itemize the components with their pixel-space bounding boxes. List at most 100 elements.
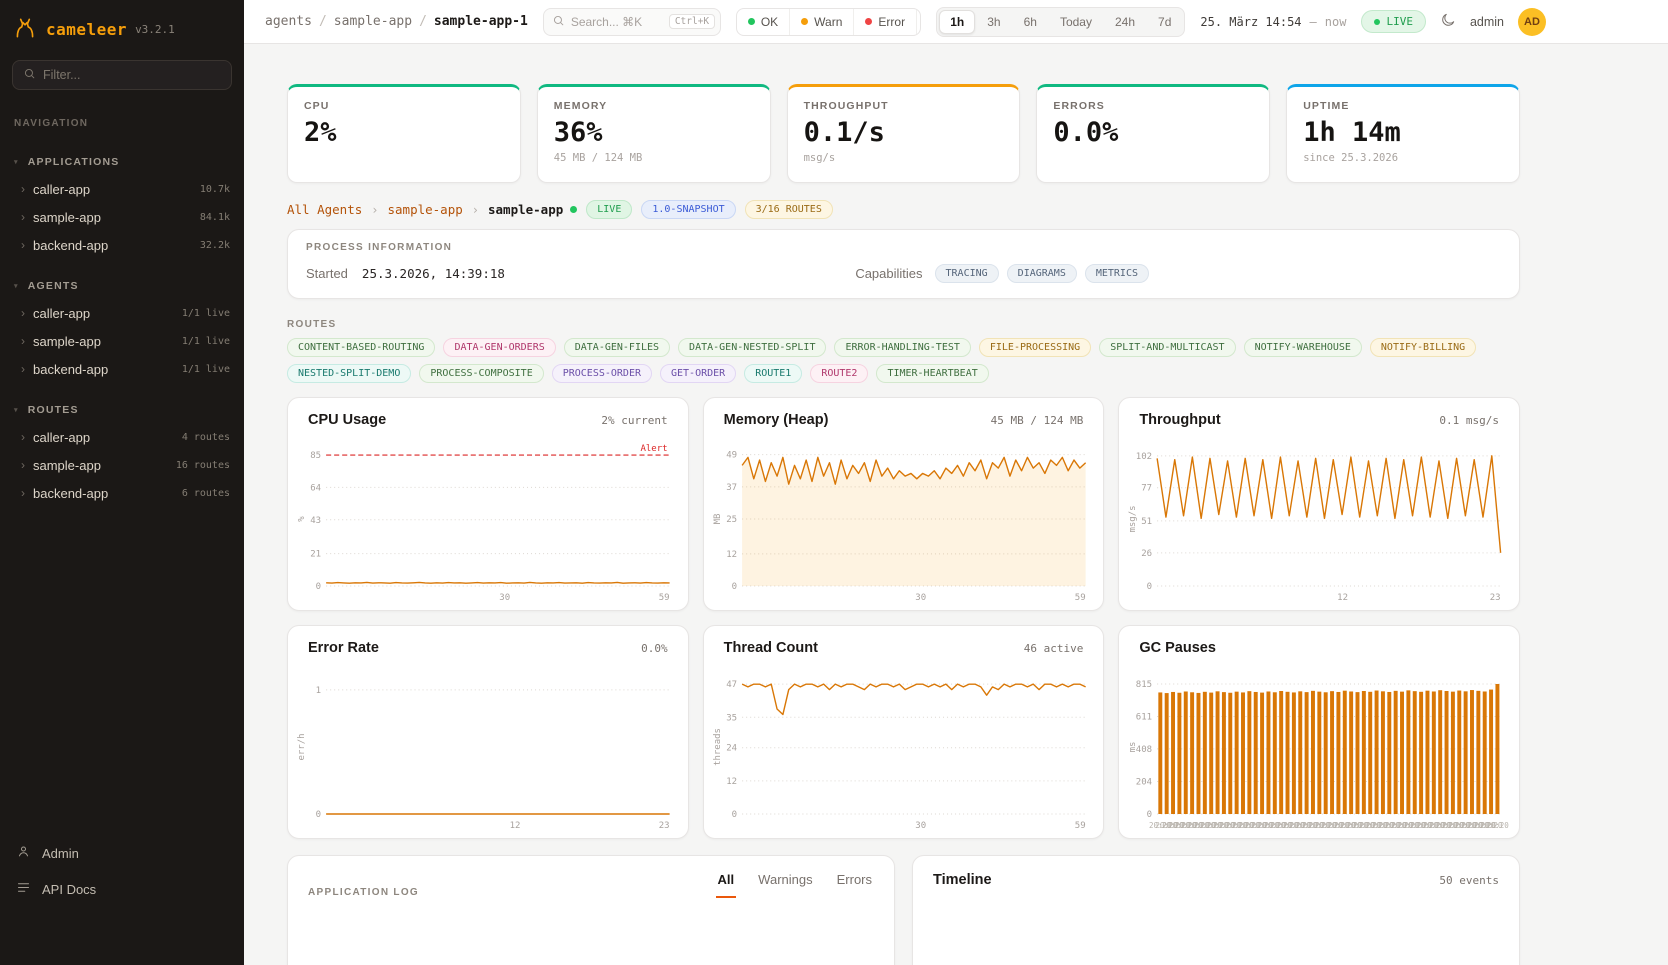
datetime-range[interactable]: 25. März 14:54 — now [1200,15,1346,29]
timeline-card: Timeline 50 events [912,855,1520,965]
status-filter-label: OK [761,15,778,29]
sidebar-item-applications-caller-app[interactable]: ›caller-app10.7k [0,175,244,203]
svg-text:21: 21 [310,550,321,560]
filter-input[interactable] [43,68,221,82]
badge-timer-heartbeat[interactable]: TIMER-HEARTBEAT [876,364,988,383]
search-box[interactable]: Ctrl+K [543,8,721,36]
sidebar-footer-api-docs[interactable]: API Docs [0,871,244,907]
range-button-6h[interactable]: 6h [1013,10,1048,34]
sidebar-item-agents-caller-app[interactable]: ›caller-app1/1 live [0,299,244,327]
status-filter-running[interactable]: Running [916,9,921,35]
agent-breadcrumb-link-sample-app[interactable]: sample-app [388,202,463,217]
badge-process-order[interactable]: PROCESS-ORDER [552,364,652,383]
sidebar-group-header-agents[interactable]: ▾AGENTS [0,273,244,299]
badge-content-based-routing[interactable]: CONTENT-BASED-ROUTING [287,338,435,357]
avatar[interactable]: AD [1518,8,1546,36]
svg-text:12: 12 [726,550,737,560]
stat-value: 0.0% [1053,117,1253,148]
badge-file-processing[interactable]: FILE-PROCESSING [979,338,1091,357]
sidebar-item-badge: 84.1k [200,212,230,223]
sidebar-item-applications-sample-app[interactable]: ›sample-app84.1k [0,203,244,231]
sidebar-group-label: AGENTS [28,280,79,292]
sidebar-item-label: sample-app [33,334,101,349]
chevron-right-icon: › [21,458,25,472]
badge-notify-billing[interactable]: NOTIFY-BILLING [1370,338,1476,357]
badge-process-composite[interactable]: PROCESS-COMPOSITE [419,364,543,383]
svg-text:30: 30 [915,821,926,831]
agent-live-dot-icon [570,206,577,213]
svg-text:12: 12 [510,821,521,831]
stat-card-memory: MEMORY36%45 MB / 124 MB [537,84,771,183]
badge-get-order[interactable]: GET-ORDER [660,364,736,383]
breadcrumb-separator: / [319,14,327,29]
chart-head: Error Rate0.0% [296,638,680,664]
sidebar-item-agents-backend-app[interactable]: ›backend-app1/1 live [0,355,244,383]
app-logo[interactable]: cameleer v3.2.1 [0,0,244,56]
badge-data-gen-orders[interactable]: DATA-GEN-ORDERS [443,338,555,357]
svg-text:err/h: err/h [297,733,307,760]
status-filter-ok[interactable]: OK [737,9,789,35]
timeline-header: Timeline 50 events [933,872,1499,888]
sidebar-item-routes-sample-app[interactable]: ›sample-app16 routes [0,451,244,479]
sidebar-item-agents-sample-app[interactable]: ›sample-app1/1 live [0,327,244,355]
started-label: Started [306,266,348,281]
search-icon [23,67,36,83]
search-input[interactable] [571,15,663,29]
sidebar-group-header-routes[interactable]: ▾ROUTES [0,397,244,423]
topbar: agents/sample-app/sample-app-1 Ctrl+K OK… [244,0,1668,44]
breadcrumb-item-sample-app[interactable]: sample-app [334,14,412,29]
badge-route2[interactable]: ROUTE2 [810,364,868,383]
range-button-24h[interactable]: 24h [1104,10,1146,34]
svg-text:0: 0 [316,582,321,592]
svg-text:24: 24 [726,744,737,754]
chart-head: CPU Usage2% current [296,410,680,436]
sidebar-item-routes-backend-app[interactable]: ›backend-app6 routes [0,479,244,507]
breadcrumb-item-agents[interactable]: agents [265,14,312,29]
sidebar-group-header-applications[interactable]: ▾APPLICATIONS [0,149,244,175]
status-filter-error[interactable]: Error [853,9,916,35]
datetime-now: now [1325,15,1347,29]
svg-text:0: 0 [316,810,321,820]
dashboard-content: CPU2%MEMORY36%45 MB / 124 MBTHROUGHPUT0.… [244,44,1668,965]
svg-text:msg/s: msg/s [1128,505,1138,532]
breadcrumb-separator: › [371,203,378,217]
svg-text:43: 43 [310,516,321,526]
app-root: cameleer v3.2.1 NAVIGATION ▾APPLICATIONS… [0,0,1668,965]
stat-card-throughput: THROUGHPUT0.1/smsg/s [787,84,1021,183]
badge-route1[interactable]: ROUTE1 [744,364,802,383]
range-button-7d[interactable]: 7d [1147,10,1182,34]
badge-error-handling-test[interactable]: ERROR-HANDLING-TEST [834,338,970,357]
svg-text:12: 12 [1338,593,1349,603]
sidebar-item-applications-backend-app[interactable]: ›backend-app32.2k [0,231,244,259]
agent-breadcrumb-link-all-agents[interactable]: All Agents [287,202,362,217]
range-button-1h[interactable]: 1h [939,10,975,34]
live-toggle[interactable]: LIVE [1361,10,1426,33]
log-tab-warnings[interactable]: Warnings [756,872,814,898]
sidebar-item-label: caller-app [33,182,90,197]
svg-text:1: 1 [316,686,321,696]
sidebar-item-routes-caller-app[interactable]: ›caller-app4 routes [0,423,244,451]
badge-split-and-multicast[interactable]: SPLIT-AND-MULTICAST [1099,338,1235,357]
badge-data-gen-nested-split[interactable]: DATA-GEN-NESTED-SPLIT [678,338,826,357]
badge-1-0-snapshot: 1.0-SNAPSHOT [641,200,735,219]
status-dot-icon [748,18,755,25]
status-filter-warn[interactable]: Warn [789,9,853,35]
chart-head: Thread Count46 active [712,638,1096,664]
datetime-dash: — [1310,15,1317,29]
svg-text:ms: ms [1128,742,1138,753]
range-button-3h[interactable]: 3h [976,10,1011,34]
process-information-card: PROCESS INFORMATION Started 25.3.2026, 1… [287,229,1520,299]
range-button-today[interactable]: Today [1049,10,1103,34]
status-dot-icon [801,18,808,25]
log-tab-errors[interactable]: Errors [835,872,874,898]
log-tab-all[interactable]: All [716,872,737,898]
badge-data-gen-files[interactable]: DATA-GEN-FILES [564,338,670,357]
badge-live: LIVE [586,200,632,219]
sidebar-footer-admin[interactable]: Admin [0,835,244,871]
badge-nested-split-demo[interactable]: NESTED-SPLIT-DEMO [287,364,411,383]
chevron-right-icon: › [21,210,25,224]
dark-mode-toggle[interactable] [1440,12,1456,31]
badge-notify-warehouse[interactable]: NOTIFY-WAREHOUSE [1244,338,1362,357]
chart-card-cpu-usage: CPU Usage2% current021436485%3059Alert [287,397,689,611]
stat-label: UPTIME [1303,100,1503,112]
